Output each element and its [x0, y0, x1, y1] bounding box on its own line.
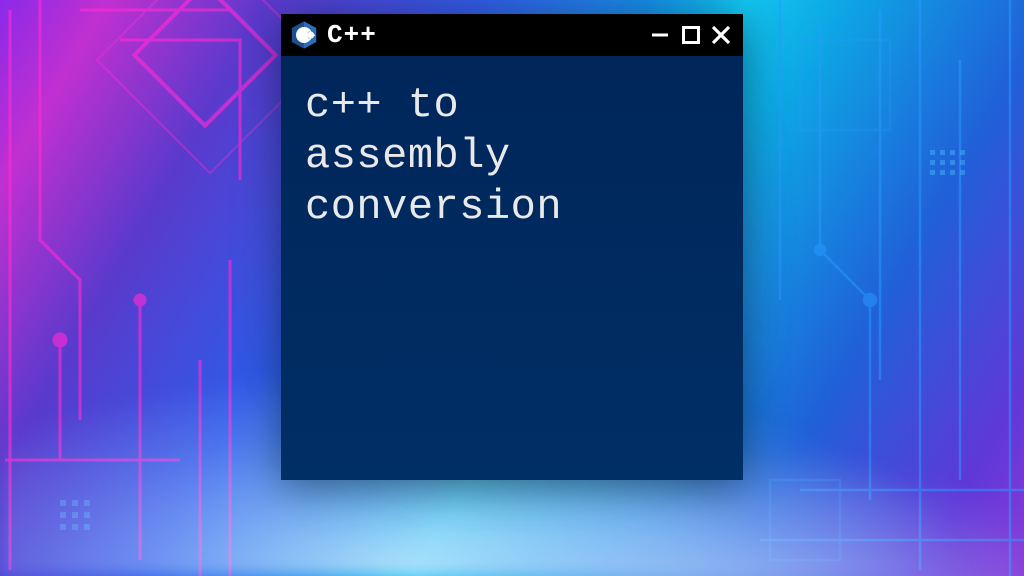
window-body: c++ to assembly conversion [281, 56, 743, 480]
terminal-window: C++ c++ to assembly conversion [281, 14, 743, 480]
window-title: C++ [327, 20, 641, 50]
window-titlebar[interactable]: C++ [281, 14, 743, 56]
window-controls [649, 23, 733, 47]
cpp-logo-icon [289, 20, 319, 50]
body-text: c++ to assembly conversion [305, 80, 719, 234]
close-button[interactable] [709, 23, 733, 47]
minimize-button[interactable] [649, 23, 673, 47]
maximize-button[interactable] [679, 23, 703, 47]
